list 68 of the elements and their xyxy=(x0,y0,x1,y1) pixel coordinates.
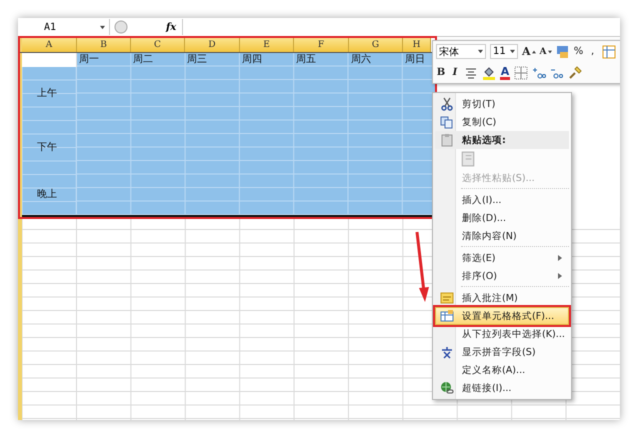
up-arrow-icon xyxy=(532,50,536,54)
number-format-button[interactable]: , xyxy=(588,44,598,59)
table-cell: 上午 xyxy=(22,66,77,120)
table-icon xyxy=(602,44,616,58)
clipboard-icon xyxy=(440,133,454,147)
menu-item[interactable]: 复制(C) xyxy=(435,113,569,131)
globe-link-icon xyxy=(440,381,454,395)
menu-item[interactable]: 定义名称(A)... xyxy=(435,361,569,379)
insert-function-button[interactable]: fx xyxy=(166,22,176,32)
table-cell-text: 周二 xyxy=(132,53,154,66)
format-painter-icon xyxy=(568,66,582,80)
font-name-field[interactable]: 宋体 xyxy=(436,44,486,59)
menu-item[interactable]: 从下拉列表中选择(K)... xyxy=(435,325,569,343)
note-icon xyxy=(440,291,454,305)
borders-icon xyxy=(514,66,528,80)
menu-item[interactable]: 插入(I)... xyxy=(435,191,569,209)
table-cell-text: 周五 xyxy=(295,53,317,66)
pinyin-icon xyxy=(440,345,454,359)
scissors-icon xyxy=(440,97,454,111)
menu-item[interactable]: 删除(D)... xyxy=(435,209,569,227)
column-header[interactable]: G xyxy=(349,37,403,52)
column-header[interactable]: E xyxy=(240,37,294,52)
grow-font-button[interactable]: A xyxy=(522,44,536,59)
bold-button[interactable]: B xyxy=(436,65,446,80)
submenu-arrow-icon xyxy=(558,273,562,279)
table-cell-text: 周四 xyxy=(241,53,263,66)
table-cell-text: 周一 xyxy=(78,53,100,66)
column-header[interactable]: B xyxy=(77,37,131,52)
table-cell-text: 周日 xyxy=(404,53,426,66)
number-format-button[interactable]: % xyxy=(574,44,584,59)
empty-cell xyxy=(22,53,77,66)
down-arrow-icon xyxy=(548,50,552,54)
menu-item[interactable]: 插入批注(M) xyxy=(435,289,569,307)
copy-icon xyxy=(440,115,454,129)
cell-styles-icon xyxy=(556,44,570,58)
font-color-button[interactable]: A xyxy=(500,65,510,80)
table-cell: 下午 xyxy=(22,120,77,174)
cancel-icon xyxy=(114,20,128,34)
paste-option-icon xyxy=(460,151,476,167)
menu-item[interactable]: 设置单元格格式(F)... xyxy=(435,307,569,325)
column-header[interactable]: F xyxy=(294,37,349,52)
table-cell: 晚上 xyxy=(22,174,77,215)
fill-bucket-icon xyxy=(482,66,496,80)
column-header[interactable]: A xyxy=(22,37,77,52)
italic-button[interactable]: I xyxy=(450,65,460,80)
dropdown-arrow-icon xyxy=(510,49,515,54)
format-cells-icon xyxy=(440,309,454,323)
shrink-font-button[interactable]: A xyxy=(540,44,552,59)
menu-item[interactable]: 剪切(T) xyxy=(435,95,569,113)
align-center-icon xyxy=(464,66,478,80)
table-cell-text: 周六 xyxy=(350,53,372,66)
menu-item[interactable]: 显示拼音字段(S) xyxy=(435,343,569,361)
dropdown-arrow-icon xyxy=(100,24,105,30)
menu-item[interactable]: 清除内容(N) xyxy=(435,227,569,245)
dropdown-arrow-icon xyxy=(478,49,483,54)
submenu-arrow-icon xyxy=(558,255,562,261)
menu-item[interactable]: 超链接(I)... xyxy=(435,379,569,397)
font-size-field[interactable]: 11 xyxy=(490,44,518,59)
name-box[interactable]: A1 xyxy=(18,19,110,35)
paste-options-header: 粘贴选项: xyxy=(462,134,507,146)
column-header[interactable]: D xyxy=(185,37,240,52)
increase-decimal-icon xyxy=(532,66,546,80)
menu-item[interactable]: 排序(O) xyxy=(435,267,569,285)
arrow-drawing xyxy=(414,230,430,302)
menu-item[interactable]: 筛选(E) xyxy=(435,249,569,267)
column-header[interactable]: C xyxy=(131,37,185,52)
table-cell-text: 周三 xyxy=(186,53,208,66)
column-header[interactable]: H xyxy=(403,37,431,52)
